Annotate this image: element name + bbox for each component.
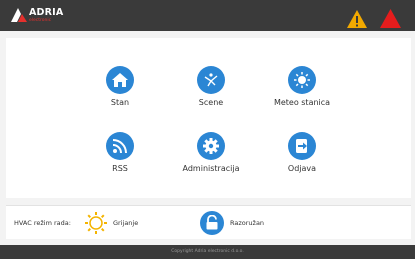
status-bar: HVAC režim rada: Grijanje Razoružan (6, 205, 411, 239)
menu-item-label: Scene (198, 98, 224, 107)
warning-triangle-icon[interactable] (346, 9, 368, 29)
copyright-text: Copyright Adria electronic d.o.o. (171, 249, 244, 254)
gear-icon (197, 132, 225, 160)
unlock-icon (206, 215, 218, 230)
sun-icon (288, 66, 316, 94)
menu-item-label: RSS (112, 164, 128, 173)
rss-icon (106, 132, 134, 160)
alarm-lock-button[interactable] (200, 211, 224, 235)
logo-mark-icon (11, 8, 27, 22)
logo-subtext: electronic (29, 18, 52, 23)
menu-item-scene[interactable]: Scene (166, 66, 256, 122)
hvac-mode-label: HVAC režim rada: (14, 219, 71, 227)
alarm-state-value: Razoružan (230, 219, 265, 227)
home-icon (106, 66, 134, 94)
alarm-triangle-icon[interactable] (379, 8, 402, 29)
main-menu-panel: Stan Scene Meteo stanica RSS Administrac… (6, 38, 411, 198)
menu-item-administracija[interactable]: Administracija (166, 132, 256, 188)
logout-icon (288, 132, 316, 160)
menu-item-odjava[interactable]: Odjava (257, 132, 347, 188)
scene-icon (197, 66, 225, 94)
menu-item-label: Stan (110, 98, 130, 107)
hvac-mode-value: Grijanje (113, 219, 139, 227)
menu-item-stan[interactable]: Stan (75, 66, 165, 122)
top-bar: ADRIA electronic (0, 0, 415, 31)
logo-text: ADRIA (29, 7, 64, 18)
menu-item-label: Administracija (182, 164, 240, 173)
menu-item-label: Meteo stanica (273, 98, 331, 107)
menu-item-meteo-stanica[interactable]: Meteo stanica (257, 66, 347, 122)
menu-item-label: Odjava (287, 164, 317, 173)
footer: Copyright Adria electronic d.o.o. (0, 245, 415, 259)
heating-sun-icon[interactable] (84, 211, 108, 235)
menu-item-rss[interactable]: RSS (75, 132, 165, 188)
logo: ADRIA electronic (10, 6, 66, 26)
